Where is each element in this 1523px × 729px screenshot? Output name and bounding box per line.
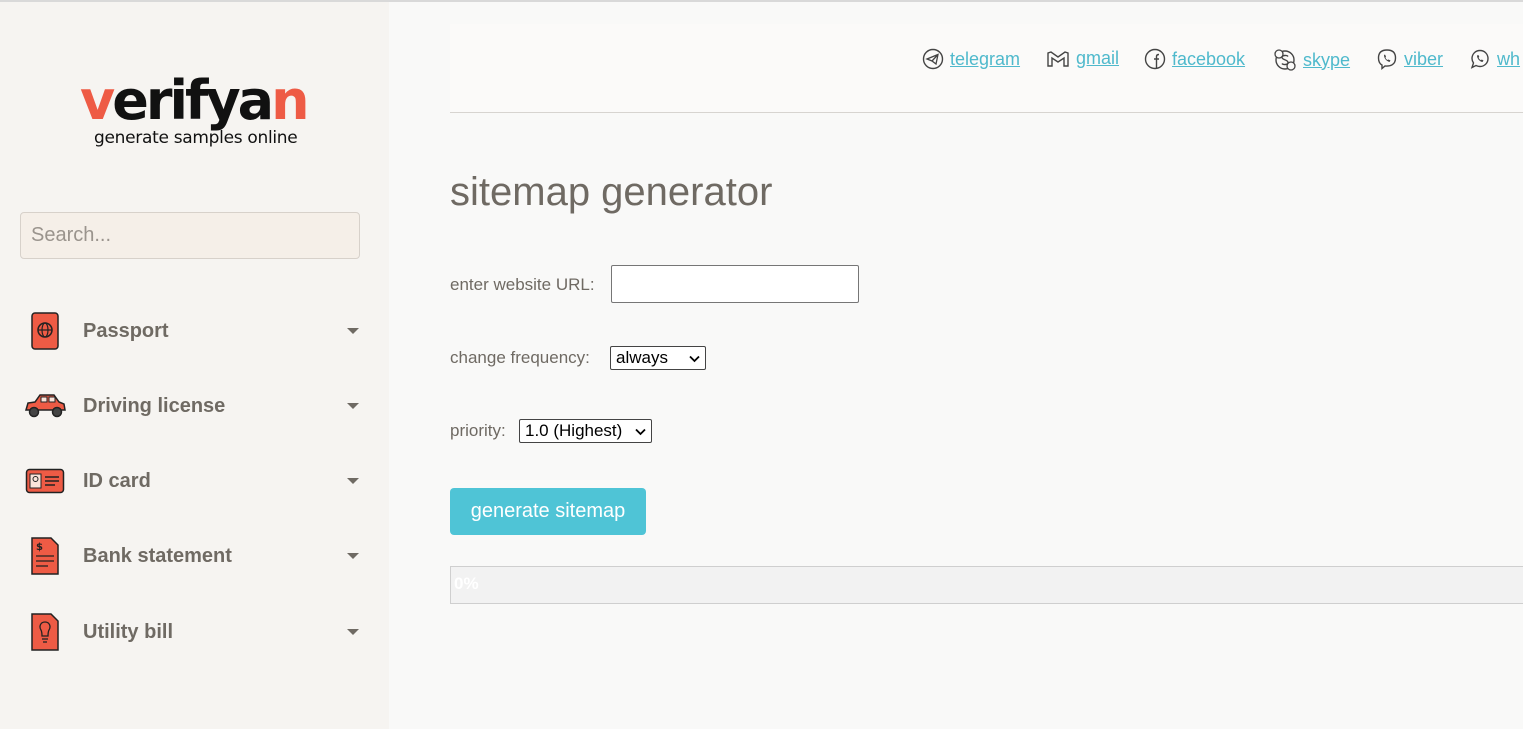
social-link-facebook[interactable]: facebook (1144, 48, 1245, 70)
priority-label: priority: (450, 421, 506, 440)
sidebar-item-label: Driving license (83, 394, 226, 417)
progress-bar: 0% (450, 566, 1523, 604)
sidebar-item-id-card[interactable]: ID card (20, 456, 365, 506)
car-icon (20, 384, 70, 428)
sidebar-item-driving-license[interactable]: Driving license (20, 381, 365, 431)
search-input[interactable] (20, 212, 360, 259)
chevron-down-icon[interactable] (347, 478, 359, 484)
top-header: telegram gmail facebook skype viber wh (450, 24, 1523, 113)
sidebar-item-label: Bank statement (83, 544, 232, 567)
utility-bill-icon (20, 610, 70, 654)
sidebar-item-label: Passport (83, 319, 169, 342)
bank-statement-icon: $ (20, 534, 70, 578)
logo-tagline: generate samples online (94, 128, 298, 148)
whatsapp-link[interactable]: wh (1497, 49, 1520, 70)
telegram-icon (922, 48, 944, 70)
id-card-icon (20, 459, 70, 503)
skype-link[interactable]: skype (1303, 50, 1350, 71)
social-link-telegram[interactable]: telegram (922, 48, 1020, 70)
change-frequency-select[interactable]: always (610, 346, 706, 370)
svg-text:$: $ (36, 542, 43, 553)
social-link-skype[interactable]: skype (1273, 48, 1350, 72)
facebook-link[interactable]: facebook (1172, 49, 1245, 70)
chevron-down-icon[interactable] (347, 403, 359, 409)
social-link-viber[interactable]: viber (1376, 48, 1443, 70)
url-label: enter website URL: (450, 275, 595, 294)
website-url-input[interactable] (611, 265, 859, 303)
viber-link[interactable]: viber (1404, 49, 1443, 70)
chevron-down-icon[interactable] (347, 553, 359, 559)
gmail-icon (1047, 50, 1069, 67)
skype-icon (1274, 49, 1296, 71)
logo[interactable]: verifyan generate samples online (80, 72, 310, 152)
sidebar-item-passport[interactable]: Passport (20, 306, 365, 356)
chevron-down-icon[interactable] (347, 328, 359, 334)
priority-value: 1.0 (Highest) (525, 421, 623, 440)
logo-wordmark: verifyan (80, 69, 310, 132)
whatsapp-icon (1470, 49, 1489, 69)
social-link-whatsapp[interactable]: wh (1469, 48, 1520, 70)
sidebar-item-label: Utility bill (83, 620, 173, 643)
progress-text: 0% (454, 574, 479, 593)
chevron-down-icon (627, 421, 646, 441)
telegram-link[interactable]: telegram (950, 49, 1020, 70)
facebook-icon (1144, 48, 1166, 70)
chevron-down-icon[interactable] (347, 629, 359, 635)
priority-select[interactable]: 1.0 (Highest) (519, 419, 652, 443)
viber-icon (1377, 49, 1397, 70)
page-title: sitemap generator (450, 170, 773, 214)
passport-icon (20, 309, 70, 353)
sidebar-item-bank-statement[interactable]: $ Bank statement (20, 531, 365, 581)
change-frequency-value: always (616, 348, 668, 367)
frequency-label: change frequency: (450, 348, 590, 367)
sidebar: verifyan generate samples online Passpor… (0, 2, 389, 729)
gmail-link[interactable]: gmail (1076, 48, 1119, 69)
sidebar-item-utility-bill[interactable]: Utility bill (20, 607, 365, 657)
chevron-down-icon (681, 348, 700, 368)
social-link-gmail[interactable]: gmail (1046, 48, 1119, 69)
generate-sitemap-button[interactable]: generate sitemap (450, 488, 646, 535)
sidebar-item-label: ID card (83, 469, 151, 492)
